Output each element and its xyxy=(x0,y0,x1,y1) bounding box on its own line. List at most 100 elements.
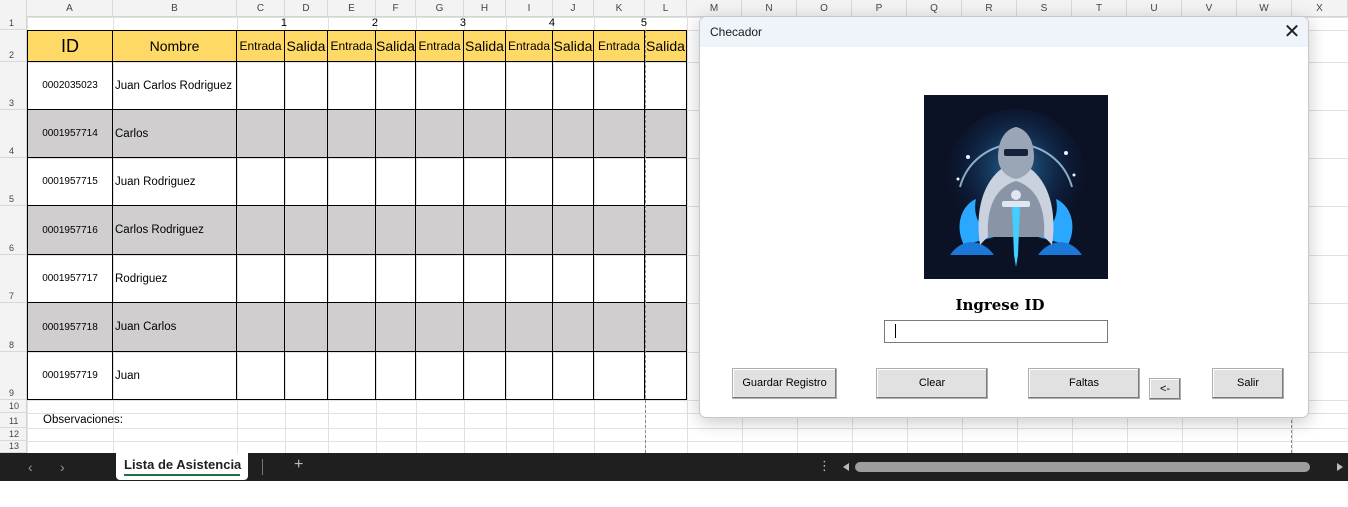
attendance-cell[interactable] xyxy=(285,110,328,158)
column-header-c[interactable]: C xyxy=(237,0,285,17)
column-header-u[interactable]: U xyxy=(1127,0,1182,17)
attendance-cell[interactable] xyxy=(376,62,416,110)
column-header-k[interactable]: K xyxy=(594,0,645,17)
employee-name-cell[interactable]: Juan Rodriguez xyxy=(113,158,237,206)
column-header-e[interactable]: E xyxy=(328,0,376,17)
attendance-cell[interactable] xyxy=(594,158,645,206)
attendance-cell[interactable] xyxy=(645,206,687,255)
attendance-cell[interactable] xyxy=(464,206,506,255)
column-header-f[interactable]: F xyxy=(376,0,416,17)
attendance-cell[interactable] xyxy=(376,352,416,400)
employee-name-cell[interactable]: Juan Carlos Rodriguez xyxy=(113,62,237,110)
attendance-cell[interactable] xyxy=(328,110,376,158)
row-header-10[interactable]: 10 xyxy=(0,400,27,413)
horizontal-scrollbar[interactable] xyxy=(843,462,1343,472)
employee-id-cell[interactable]: 0001957719 xyxy=(27,352,113,400)
attendance-cell[interactable] xyxy=(416,62,464,110)
employee-id-cell[interactable]: 0001957718 xyxy=(27,303,113,352)
attendance-cell[interactable] xyxy=(464,110,506,158)
attendance-cell[interactable] xyxy=(506,255,553,303)
attendance-cell[interactable] xyxy=(237,206,285,255)
employee-name-cell[interactable]: Carlos Rodriguez xyxy=(113,206,237,255)
absences-button[interactable]: Faltas xyxy=(1028,368,1140,399)
column-header-d[interactable]: D xyxy=(285,0,328,17)
employee-id-cell[interactable]: 0001957717 xyxy=(27,255,113,303)
attendance-cell[interactable] xyxy=(645,110,687,158)
row-header-5[interactable]: 5 xyxy=(0,158,27,206)
attendance-cell[interactable] xyxy=(376,255,416,303)
attendance-cell[interactable] xyxy=(376,303,416,352)
attendance-cell[interactable] xyxy=(285,62,328,110)
attendance-cell[interactable] xyxy=(553,62,594,110)
column-header-n[interactable]: N xyxy=(742,0,797,17)
attendance-cell[interactable] xyxy=(285,352,328,400)
column-header-a[interactable]: A xyxy=(27,0,113,17)
attendance-cell[interactable] xyxy=(464,255,506,303)
attendance-cell[interactable] xyxy=(464,352,506,400)
attendance-cell[interactable] xyxy=(328,352,376,400)
attendance-cell[interactable] xyxy=(464,158,506,206)
scroll-left-icon[interactable] xyxy=(843,463,849,471)
attendance-cell[interactable] xyxy=(553,255,594,303)
attendance-cell[interactable] xyxy=(594,255,645,303)
attendance-cell[interactable] xyxy=(328,255,376,303)
save-record-button[interactable]: Guardar Registro xyxy=(732,368,837,399)
attendance-cell[interactable] xyxy=(416,303,464,352)
column-header-q[interactable]: Q xyxy=(907,0,962,17)
attendance-cell[interactable] xyxy=(645,352,687,400)
backspace-button[interactable]: <- xyxy=(1149,378,1181,400)
column-header-w[interactable]: W xyxy=(1237,0,1292,17)
attendance-cell[interactable] xyxy=(376,206,416,255)
row-header-3[interactable]: 3 xyxy=(0,62,27,110)
employee-name-cell[interactable]: Juan Carlos xyxy=(113,303,237,352)
sheet-tab-lista-de-asistencia[interactable]: Lista de Asistencia xyxy=(116,453,248,480)
attendance-cell[interactable] xyxy=(416,158,464,206)
attendance-cell[interactable] xyxy=(594,110,645,158)
attendance-cell[interactable] xyxy=(553,158,594,206)
add-sheet-icon[interactable]: + xyxy=(294,456,303,474)
attendance-cell[interactable] xyxy=(594,62,645,110)
scroll-right-icon[interactable] xyxy=(1337,463,1343,471)
attendance-cell[interactable] xyxy=(328,206,376,255)
attendance-cell[interactable] xyxy=(553,303,594,352)
attendance-cell[interactable] xyxy=(237,110,285,158)
row-header-8[interactable]: 8 xyxy=(0,303,27,352)
column-header-s[interactable]: S xyxy=(1017,0,1072,17)
attendance-cell[interactable] xyxy=(416,255,464,303)
row-header-13[interactable]: 13 xyxy=(0,441,27,453)
id-input[interactable] xyxy=(884,320,1108,343)
attendance-cell[interactable] xyxy=(464,303,506,352)
attendance-cell[interactable] xyxy=(376,110,416,158)
column-header-v[interactable]: V xyxy=(1182,0,1237,17)
employee-id-cell[interactable]: 0001957716 xyxy=(27,206,113,255)
column-header-j[interactable]: J xyxy=(553,0,594,17)
attendance-cell[interactable] xyxy=(506,110,553,158)
attendance-cell[interactable] xyxy=(237,62,285,110)
attendance-cell[interactable] xyxy=(328,303,376,352)
attendance-cell[interactable] xyxy=(376,158,416,206)
row-header-2[interactable]: 2 xyxy=(0,30,27,62)
column-header-t[interactable]: T xyxy=(1072,0,1127,17)
clear-button[interactable]: Clear xyxy=(876,368,988,399)
attendance-cell[interactable] xyxy=(506,158,553,206)
attendance-cell[interactable] xyxy=(594,206,645,255)
attendance-cell[interactable] xyxy=(506,206,553,255)
attendance-cell[interactable] xyxy=(237,352,285,400)
row-header-6[interactable]: 6 xyxy=(0,206,27,255)
attendance-cell[interactable] xyxy=(553,206,594,255)
row-header-1[interactable]: 1 xyxy=(0,17,27,30)
attendance-cell[interactable] xyxy=(328,158,376,206)
attendance-cell[interactable] xyxy=(506,303,553,352)
attendance-cell[interactable] xyxy=(553,352,594,400)
column-header-x[interactable]: X xyxy=(1292,0,1348,17)
close-icon[interactable]: ✕ xyxy=(1280,19,1304,45)
column-header-g[interactable]: G xyxy=(416,0,464,17)
attendance-cell[interactable] xyxy=(645,303,687,352)
attendance-cell[interactable] xyxy=(285,303,328,352)
column-header-r[interactable]: R xyxy=(962,0,1017,17)
column-header-l[interactable]: L xyxy=(645,0,687,17)
attendance-cell[interactable] xyxy=(645,62,687,110)
attendance-cell[interactable] xyxy=(416,206,464,255)
column-header-i[interactable]: I xyxy=(506,0,553,17)
row-header-9[interactable]: 9 xyxy=(0,352,27,400)
